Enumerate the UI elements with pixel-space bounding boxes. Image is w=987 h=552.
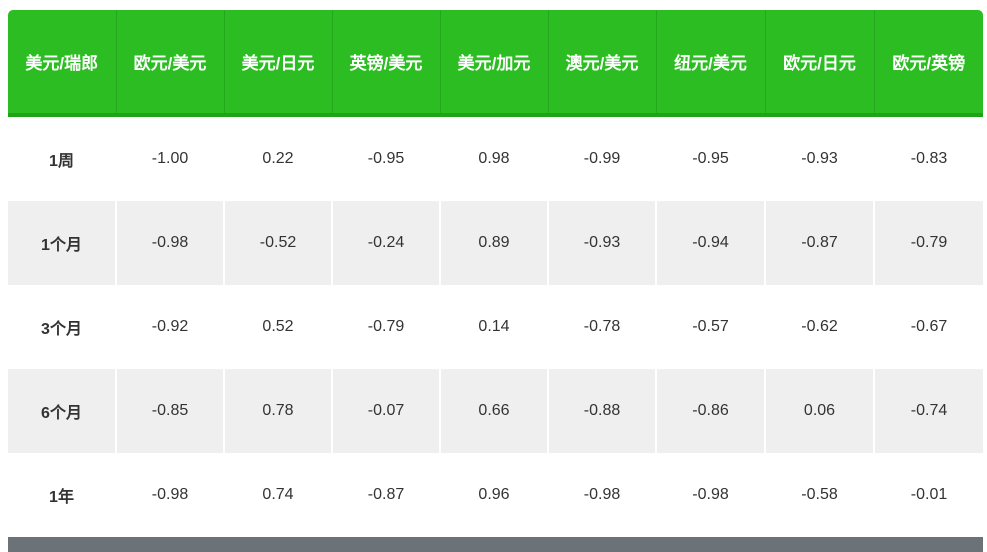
table-cell: 0.14 [439,285,548,369]
row-period-label: 1周 [8,115,116,201]
table-row: 3个月 -0.92 0.52 -0.79 0.14 -0.78 -0.57 -0… [8,285,983,369]
correlation-table: 美元/瑞郎 欧元/美元 美元/日元 英镑/美元 美元/加元 澳元/美元 纽元/美… [8,10,983,537]
table-body: 1周 -1.00 0.22 -0.95 0.98 -0.99 -0.95 -0.… [8,115,983,537]
table-cell: -0.83 [873,115,983,201]
table-cell: -0.86 [655,369,765,453]
header-row: 美元/瑞郎 欧元/美元 美元/日元 英镑/美元 美元/加元 澳元/美元 纽元/美… [8,10,983,117]
table-cell: -0.98 [655,453,765,537]
table-cell: -0.52 [223,201,332,285]
table-cell: 0.98 [439,115,548,201]
table-row: 1周 -1.00 0.22 -0.95 0.98 -0.99 -0.95 -0.… [8,115,983,201]
table-cell: -0.78 [547,285,656,369]
table-row: 6个月 -0.85 0.78 -0.07 0.66 -0.88 -0.86 0.… [8,369,983,453]
column-header[interactable]: 欧元/英镑 [873,10,983,117]
table-cell: -0.88 [547,369,656,453]
table-cell: 0.89 [439,201,548,285]
column-header[interactable]: 美元/瑞郎 [8,10,116,117]
table-cell: -0.74 [873,369,983,453]
column-header[interactable]: 纽元/美元 [655,10,765,117]
correlation-table-container: 美元/瑞郎 欧元/美元 美元/日元 英镑/美元 美元/加元 澳元/美元 纽元/美… [8,10,983,537]
column-header[interactable]: 欧元/日元 [764,10,874,117]
table-cell: -0.93 [764,115,874,201]
table-cell: -0.94 [655,201,765,285]
table-cell: -0.07 [331,369,440,453]
table-cell: -0.24 [331,201,440,285]
table-cell: 0.66 [439,369,548,453]
table-cell: -0.99 [547,115,656,201]
row-period-label: 3个月 [8,285,116,369]
row-period-label: 1个月 [8,201,116,285]
table-cell: -0.62 [764,285,874,369]
table-cell: -0.79 [873,201,983,285]
table-cell: 0.96 [439,453,548,537]
table-cell: 0.06 [764,369,874,453]
row-period-label: 1年 [8,453,116,537]
row-period-label: 6个月 [8,369,116,453]
table-row: 1个月 -0.98 -0.52 -0.24 0.89 -0.93 -0.94 -… [8,201,983,285]
table-cell: -0.01 [873,453,983,537]
table-cell: -0.95 [331,115,440,201]
table-cell: -0.98 [547,453,656,537]
table-cell: 0.52 [223,285,332,369]
table-cell: -0.87 [764,201,874,285]
column-header[interactable]: 英镑/美元 [331,10,440,117]
table-cell: -0.98 [115,201,224,285]
column-header[interactable]: 美元/加元 [439,10,548,117]
table-cell: -0.57 [655,285,765,369]
column-header[interactable]: 欧元/美元 [115,10,224,117]
table-cell: -0.85 [115,369,224,453]
table-cell: 0.74 [223,453,332,537]
table-row: 1年 -0.98 0.74 -0.87 0.96 -0.98 -0.98 -0.… [8,453,983,537]
table-header: 美元/瑞郎 欧元/美元 美元/日元 英镑/美元 美元/加元 澳元/美元 纽元/美… [8,10,983,117]
column-header[interactable]: 美元/日元 [223,10,332,117]
table-cell: -0.79 [331,285,440,369]
table-cell: -0.67 [873,285,983,369]
table-cell: -0.87 [331,453,440,537]
footer-bar [8,537,983,552]
table-cell: -1.00 [115,115,224,201]
table-cell: -0.95 [655,115,765,201]
table-cell: 0.78 [223,369,332,453]
table-cell: -0.92 [115,285,224,369]
table-cell: -0.98 [115,453,224,537]
column-header[interactable]: 澳元/美元 [547,10,656,117]
table-cell: -0.93 [547,201,656,285]
table-cell: 0.22 [223,115,332,201]
table-cell: -0.58 [764,453,874,537]
